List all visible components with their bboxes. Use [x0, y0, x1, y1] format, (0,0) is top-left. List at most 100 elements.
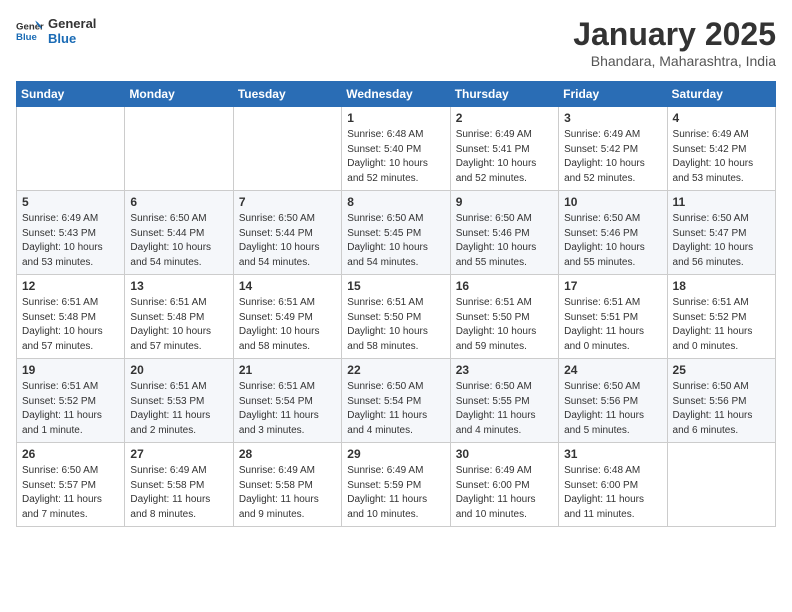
day-info: Sunrise: 6:48 AMSunset: 6:00 PMDaylight:… — [564, 464, 661, 522]
calendar-cell — [233, 107, 341, 191]
day-info: Sunrise: 6:49 AMSunset: 5:42 PMDaylight:… — [564, 128, 661, 186]
day-info: Sunrise: 6:48 AMSunset: 5:40 PMDaylight:… — [347, 128, 444, 186]
day-info: Sunrise: 6:49 AMSunset: 5:42 PMDaylight:… — [673, 128, 770, 186]
day-info: Sunrise: 6:50 AMSunset: 5:45 PMDaylight:… — [347, 212, 444, 270]
weekday-header-wednesday: Wednesday — [342, 82, 450, 107]
day-number: 25 — [673, 363, 770, 377]
day-number: 21 — [239, 363, 336, 377]
calendar-cell — [125, 107, 233, 191]
day-info: Sunrise: 6:49 AMSunset: 5:43 PMDaylight:… — [22, 212, 119, 270]
day-info: Sunrise: 6:50 AMSunset: 5:57 PMDaylight:… — [22, 464, 119, 522]
day-number: 29 — [347, 447, 444, 461]
day-info: Sunrise: 6:51 AMSunset: 5:50 PMDaylight:… — [456, 296, 553, 354]
day-number: 23 — [456, 363, 553, 377]
calendar-cell: 29 Sunrise: 6:49 AMSunset: 5:59 PMDayligh… — [342, 443, 450, 527]
calendar-cell: 20Sunrise: 6:51 AMSunset: 5:53 PMDayligh… — [125, 359, 233, 443]
day-info: Sunrise: 6:51 AMSunset: 5:53 PMDaylight:… — [130, 380, 227, 438]
calendar-cell: 4Sunrise: 6:49 AMSunset: 5:42 PMDaylight… — [667, 107, 775, 191]
calendar-cell: 12 Sunrise: 6:51 AMSunset: 5:48 PMDayligh… — [17, 275, 125, 359]
logo-text-general: General — [48, 16, 96, 31]
day-info: Sunrise: 6:51 AMSunset: 5:48 PMDaylight:… — [22, 296, 119, 354]
logo-text-blue: Blue — [48, 31, 96, 46]
svg-text:Blue: Blue — [16, 32, 37, 43]
calendar-cell: 3Sunrise: 6:49 AMSunset: 5:42 PMDaylight… — [559, 107, 667, 191]
calendar-week-3: 12 Sunrise: 6:51 AMSunset: 5:48 PMDayligh… — [17, 275, 776, 359]
calendar-week-2: 5 Sunrise: 6:49 AMSunset: 5:43 PMDaylight… — [17, 191, 776, 275]
day-info: Sunrise: 6:49 AMSunset: 6:00 PMDaylight:… — [456, 464, 553, 522]
calendar-cell: 26Sunrise: 6:50 AMSunset: 5:57 PMDayligh… — [17, 443, 125, 527]
calendar-cell: 25 Sunrise: 6:50 AMSunset: 5:56 PMDayligh… — [667, 359, 775, 443]
weekday-header-row: SundayMondayTuesdayWednesdayThursdayFrid… — [17, 82, 776, 107]
day-number: 9 — [456, 195, 553, 209]
day-number: 14 — [239, 279, 336, 293]
day-info: Sunrise: 6:50 AMSunset: 5:56 PMDaylight:… — [673, 380, 770, 438]
day-number: 16 — [456, 279, 553, 293]
day-number: 10 — [564, 195, 661, 209]
weekday-header-saturday: Saturday — [667, 82, 775, 107]
logo-icon: General Blue — [16, 17, 44, 45]
weekday-header-monday: Monday — [125, 82, 233, 107]
day-number: 8 — [347, 195, 444, 209]
calendar-cell: 17Sunrise: 6:51 AMSunset: 5:51 PMDayligh… — [559, 275, 667, 359]
day-info: Sunrise: 6:49 AMSunset: 5:58 PMDaylight:… — [239, 464, 336, 522]
day-number: 24 — [564, 363, 661, 377]
day-number: 19 — [22, 363, 119, 377]
day-info: Sunrise: 6:49 AMSunset: 5:58 PMDaylight:… — [130, 464, 227, 522]
calendar-cell: 16 Sunrise: 6:51 AMSunset: 5:50 PMDayligh… — [450, 275, 558, 359]
calendar-cell: 15Sunrise: 6:51 AMSunset: 5:50 PMDayligh… — [342, 275, 450, 359]
day-info: Sunrise: 6:50 AMSunset: 5:55 PMDaylight:… — [456, 380, 553, 438]
day-info: Sunrise: 6:49 AMSunset: 5:59 PMDaylight:… — [347, 464, 444, 522]
calendar-cell: 24Sunrise: 6:50 AMSunset: 5:56 PMDayligh… — [559, 359, 667, 443]
calendar-cell: 19Sunrise: 6:51 AMSunset: 5:52 PMDayligh… — [17, 359, 125, 443]
location-subtitle: Bhandara, Maharashtra, India — [573, 53, 776, 69]
logo: General Blue General Blue — [16, 16, 96, 46]
weekday-header-friday: Friday — [559, 82, 667, 107]
calendar-cell: 23 Sunrise: 6:50 AMSunset: 5:55 PMDayligh… — [450, 359, 558, 443]
calendar-cell: 5 Sunrise: 6:49 AMSunset: 5:43 PMDaylight… — [17, 191, 125, 275]
calendar-cell: 11 Sunrise: 6:50 AMSunset: 5:47 PMDayligh… — [667, 191, 775, 275]
calendar-cell — [17, 107, 125, 191]
day-number: 27 — [130, 447, 227, 461]
day-number: 12 — [22, 279, 119, 293]
weekday-header-sunday: Sunday — [17, 82, 125, 107]
day-number: 18 — [673, 279, 770, 293]
calendar-cell: 30 Sunrise: 6:49 AMSunset: 6:00 PMDayligh… — [450, 443, 558, 527]
day-number: 13 — [130, 279, 227, 293]
day-number: 6 — [130, 195, 227, 209]
calendar-cell: 1 Sunrise: 6:48 AMSunset: 5:40 PMDaylight… — [342, 107, 450, 191]
calendar-cell: 21 Sunrise: 6:51 AMSunset: 5:54 PMDayligh… — [233, 359, 341, 443]
day-info: Sunrise: 6:50 AMSunset: 5:47 PMDaylight:… — [673, 212, 770, 270]
weekday-header-tuesday: Tuesday — [233, 82, 341, 107]
calendar-week-5: 26Sunrise: 6:50 AMSunset: 5:57 PMDayligh… — [17, 443, 776, 527]
day-number: 28 — [239, 447, 336, 461]
day-info: Sunrise: 6:51 AMSunset: 5:50 PMDaylight:… — [347, 296, 444, 354]
day-info: Sunrise: 6:49 AMSunset: 5:41 PMDaylight:… — [456, 128, 553, 186]
day-number: 30 — [456, 447, 553, 461]
day-number: 17 — [564, 279, 661, 293]
day-number: 22 — [347, 363, 444, 377]
day-info: Sunrise: 6:51 AMSunset: 5:54 PMDaylight:… — [239, 380, 336, 438]
month-year-title: January 2025 — [573, 16, 776, 53]
calendar-cell: 28 Sunrise: 6:49 AMSunset: 5:58 PMDayligh… — [233, 443, 341, 527]
day-number: 5 — [22, 195, 119, 209]
day-number: 7 — [239, 195, 336, 209]
calendar-cell: 18 Sunrise: 6:51 AMSunset: 5:52 PMDayligh… — [667, 275, 775, 359]
calendar-cell: 22 Sunrise: 6:50 AMSunset: 5:54 PMDayligh… — [342, 359, 450, 443]
day-info: Sunrise: 6:50 AMSunset: 5:44 PMDaylight:… — [130, 212, 227, 270]
day-number: 11 — [673, 195, 770, 209]
day-number: 31 — [564, 447, 661, 461]
day-info: Sunrise: 6:51 AMSunset: 5:52 PMDaylight:… — [673, 296, 770, 354]
weekday-header-thursday: Thursday — [450, 82, 558, 107]
calendar-cell: 10Sunrise: 6:50 AMSunset: 5:46 PMDayligh… — [559, 191, 667, 275]
day-number: 1 — [347, 111, 444, 125]
calendar-cell: 2 Sunrise: 6:49 AMSunset: 5:41 PMDaylight… — [450, 107, 558, 191]
page-header: General Blue General Blue January 2025 B… — [16, 16, 776, 69]
day-number: 2 — [456, 111, 553, 125]
calendar-week-4: 19Sunrise: 6:51 AMSunset: 5:52 PMDayligh… — [17, 359, 776, 443]
calendar-cell: 6 Sunrise: 6:50 AMSunset: 5:44 PMDaylight… — [125, 191, 233, 275]
day-info: Sunrise: 6:50 AMSunset: 5:54 PMDaylight:… — [347, 380, 444, 438]
calendar-cell: 13Sunrise: 6:51 AMSunset: 5:48 PMDayligh… — [125, 275, 233, 359]
calendar-cell — [667, 443, 775, 527]
calendar-week-1: 1 Sunrise: 6:48 AMSunset: 5:40 PMDaylight… — [17, 107, 776, 191]
calendar-cell: 31 Sunrise: 6:48 AMSunset: 6:00 PMDayligh… — [559, 443, 667, 527]
